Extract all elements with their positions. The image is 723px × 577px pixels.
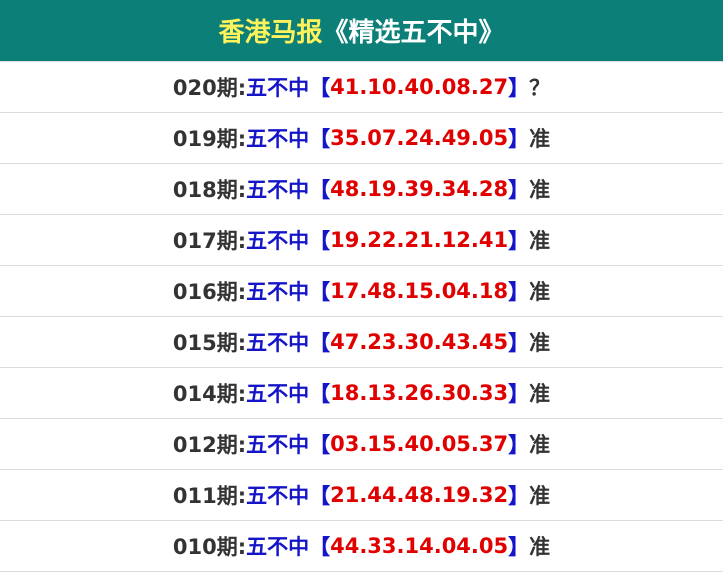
category-label: 五不中 — [246, 382, 310, 406]
list-item: 012期: 五不中【03.15.40.05.37】准 — [0, 419, 723, 470]
page-header: 香港马报 《精选五不中》 — [0, 0, 723, 61]
period-label: 020期: — [172, 76, 247, 100]
bracket-close: 】 — [508, 280, 530, 304]
category-label: 五不中 — [246, 535, 310, 559]
status-mark: 准 — [529, 382, 551, 406]
list-item: 019期: 五不中【35.07.24.49.05】准 — [0, 113, 723, 164]
status-mark: 准 — [529, 280, 551, 304]
header-subtitle: 《精选五不中》 — [322, 18, 505, 48]
status-mark: ？ — [529, 76, 551, 100]
status-mark: 准 — [529, 127, 551, 151]
status-mark: 准 — [529, 178, 551, 202]
bracket-close: 】 — [508, 331, 530, 355]
numbers-value: 47.23.30.43.45 — [330, 330, 509, 354]
list-item: 015期: 五不中【47.23.30.43.45】准 — [0, 317, 723, 368]
list-item: 017期: 五不中【19.22.21.12.41】准 — [0, 215, 723, 266]
period-label: 018期: — [172, 178, 247, 202]
bracket-open: 【 — [309, 382, 331, 406]
period-label: 010期: — [172, 535, 247, 559]
list-item: 011期: 五不中【21.44.48.19.32】准 — [0, 470, 723, 521]
bracket-open: 【 — [309, 331, 331, 355]
numbers-value: 48.19.39.34.28 — [330, 177, 509, 201]
prediction-list: 020期: 五不中【41.10.40.08.27】？ 019期: 五不中【35.07… — [0, 61, 723, 572]
numbers-value: 44.33.14.04.05 — [330, 534, 509, 558]
numbers-value: 19.22.21.12.41 — [330, 228, 509, 252]
status-mark: 准 — [529, 535, 551, 559]
status-mark: 准 — [529, 331, 551, 355]
period-label: 019期: — [172, 127, 247, 151]
category-label: 五不中 — [246, 331, 310, 355]
numbers-value: 17.48.15.04.18 — [330, 279, 509, 303]
category-label: 五不中 — [246, 76, 310, 100]
status-mark: 准 — [529, 484, 551, 508]
list-item: 010期: 五不中【44.33.14.04.05】准 — [0, 521, 723, 572]
bracket-close: 】 — [508, 127, 530, 151]
bracket-open: 【 — [309, 433, 331, 457]
bracket-close: 】 — [508, 535, 530, 559]
category-label: 五不中 — [246, 229, 310, 253]
period-label: 011期: — [172, 484, 247, 508]
period-label: 015期: — [172, 331, 247, 355]
list-item: 018期: 五不中【48.19.39.34.28】准 — [0, 164, 723, 215]
category-label: 五不中 — [246, 484, 310, 508]
numbers-value: 21.44.48.19.32 — [330, 483, 509, 507]
bracket-close: 】 — [508, 178, 530, 202]
bracket-close: 】 — [508, 484, 530, 508]
category-label: 五不中 — [246, 280, 310, 304]
bracket-open: 【 — [309, 178, 331, 202]
bracket-open: 【 — [309, 127, 331, 151]
numbers-value: 18.13.26.30.33 — [330, 381, 509, 405]
numbers-value: 35.07.24.49.05 — [330, 126, 509, 150]
list-item: 014期: 五不中【18.13.26.30.33】准 — [0, 368, 723, 419]
period-label: 016期: — [172, 280, 247, 304]
list-item: 020期: 五不中【41.10.40.08.27】？ — [0, 62, 723, 113]
bracket-open: 【 — [309, 76, 331, 100]
list-item: 016期: 五不中【17.48.15.04.18】准 — [0, 266, 723, 317]
bracket-close: 】 — [508, 76, 530, 100]
category-label: 五不中 — [246, 127, 310, 151]
numbers-value: 41.10.40.08.27 — [330, 75, 509, 99]
category-label: 五不中 — [246, 178, 310, 202]
period-label: 014期: — [172, 382, 247, 406]
header-title: 香港马报 — [218, 18, 323, 48]
bracket-close: 】 — [508, 382, 530, 406]
bracket-close: 】 — [508, 433, 530, 457]
bracket-close: 】 — [508, 229, 530, 253]
category-label: 五不中 — [246, 433, 310, 457]
period-label: 017期: — [172, 229, 247, 253]
status-mark: 准 — [529, 229, 551, 253]
bracket-open: 【 — [309, 484, 331, 508]
bracket-open: 【 — [309, 229, 331, 253]
bracket-open: 【 — [309, 535, 331, 559]
numbers-value: 03.15.40.05.37 — [330, 432, 509, 456]
status-mark: 准 — [529, 433, 551, 457]
period-label: 012期: — [172, 433, 247, 457]
bracket-open: 【 — [309, 280, 331, 304]
